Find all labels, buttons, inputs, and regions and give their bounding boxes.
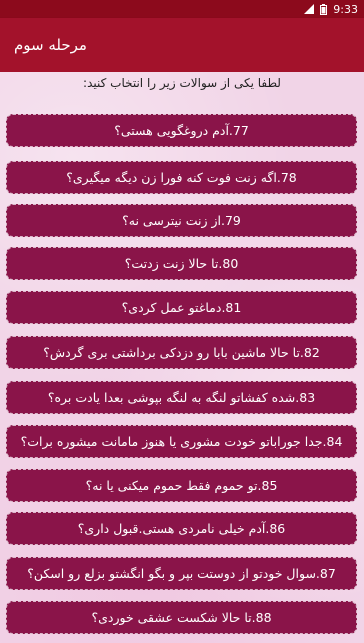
question-button-88[interactable]: 88.تا حالا شکست عشقی خوردی؟	[6, 601, 357, 634]
status-bar: 9:33	[0, 0, 364, 18]
battery-icon	[320, 3, 328, 15]
question-button-82[interactable]: 82.تا حالا ماشین بابا رو دزدکی برداشتی ب…	[6, 336, 357, 369]
question-button-83[interactable]: 83.شده کفشاتو لنگه به لنگه بپوشی بعدا یا…	[6, 381, 357, 414]
question-button-78[interactable]: 78.اگه زنت فوت کنه فورا زن دیگه میگیری؟	[6, 161, 357, 194]
question-button-81[interactable]: 81.دماغتو عمل کردی؟	[6, 291, 357, 324]
app-title: مرحله سوم	[14, 36, 87, 54]
instruction-text: لطفا یکی از سوالات زیر را انتخاب کنید:	[83, 76, 281, 90]
app-bar: مرحله سوم	[0, 18, 364, 72]
question-button-80[interactable]: 80.تا حالا زنت زدتت؟	[6, 247, 357, 280]
question-button-84[interactable]: 84.جدا جوراباتو خودت مشوری یا هنوز مامان…	[6, 425, 357, 458]
question-button-77[interactable]: 77.آدم دروغگویی هستی؟	[6, 114, 357, 147]
signal-icon	[304, 4, 315, 14]
question-button-87[interactable]: 87.سوال خودتو از دوستت بپر و بگو انگشتو …	[6, 557, 357, 590]
status-time: 9:33	[333, 2, 358, 16]
question-button-85[interactable]: 85.تو حموم فقط حموم میکنی یا نه؟	[6, 469, 357, 502]
question-button-79[interactable]: 79.از زنت نیترسی نه؟	[6, 204, 357, 237]
question-button-86[interactable]: 86.آدم خیلی نامردی هستی.قبول داری؟	[6, 512, 357, 545]
